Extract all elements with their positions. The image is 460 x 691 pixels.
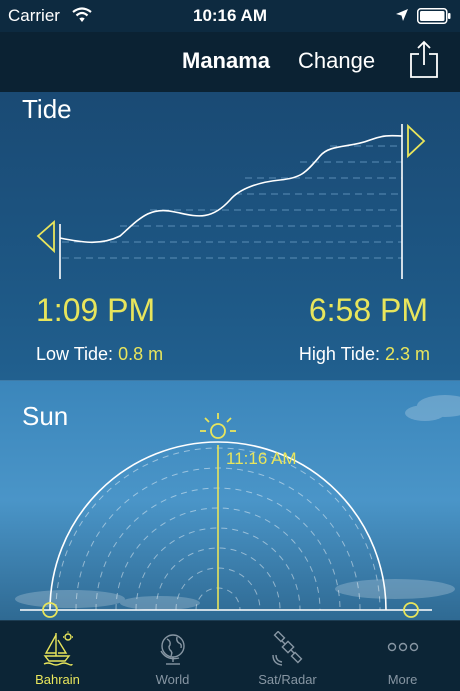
more-icon [387,642,419,652]
tab-sat-radar[interactable]: Sat/Radar [230,621,345,691]
low-tide-label: Low Tide: [36,344,114,364]
globe-icon [160,634,185,665]
satellite-icon [272,631,303,666]
tab-bar: Bahrain World Sat/Radar More [0,620,460,691]
tab-more-label: More [387,672,418,687]
tab-more[interactable]: More [345,621,460,691]
tide-panel: Tide 1:09 PM 6:58 PM Low Tide: 0.8 m Hig… [0,92,460,381]
high-tide-info: High Tide: 2.3 m [299,344,430,365]
high-tide-value: 2.3 m [384,344,430,364]
solar-noon-time: 11:16 AM [226,449,297,468]
status-bar: Carrier 10:16 AM [0,0,460,32]
tab-bahrain[interactable]: Bahrain [0,621,115,691]
city-title: Manama [182,48,271,73]
high-tide-label: High Tide: [298,344,380,364]
low-tide-arrow-icon [36,220,55,254]
battery-icon [417,8,451,24]
sun-panel: Sun 11:16 AM [0,381,460,620]
sailboat-icon [43,631,73,666]
sun-title: Sun [22,401,69,431]
tab-sat-radar-label: Sat/Radar [258,672,317,687]
high-tide-arrow-icon [407,123,426,159]
tab-world[interactable]: World [115,621,230,691]
tide-graph [36,123,426,279]
nav-bar: Manama Change [0,32,460,92]
share-icon[interactable] [408,40,440,80]
tab-bahrain-label: Bahrain [35,672,80,687]
low-tide-time: 1:09 PM [36,292,156,328]
location-arrow-icon [396,9,408,21]
tab-world-label: World [155,672,190,687]
high-tide-time: 6:58 PM [308,292,428,328]
status-time: 10:16 AM [192,6,267,25]
low-tide-info: Low Tide: 0.8 m [36,344,163,365]
change-location-button[interactable]: Change [298,48,375,74]
low-tide-value: 0.8 m [118,344,164,364]
sun-icon [200,413,236,439]
sun-arc-graph [15,395,460,618]
